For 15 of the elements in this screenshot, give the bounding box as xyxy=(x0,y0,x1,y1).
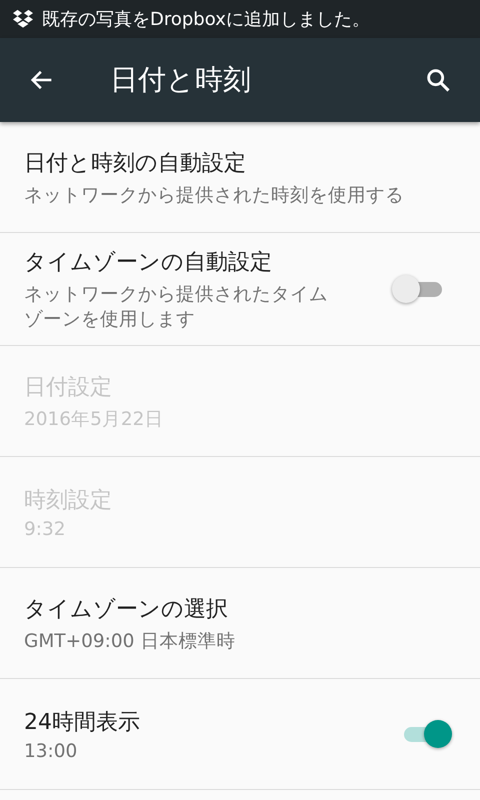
setting-row[interactable]: 日付と時刻の自動設定 ネットワークから提供された時刻を使用する xyxy=(0,122,480,233)
setting-summary: ネットワークから提供されたタイムゾーンを使用します xyxy=(24,283,329,331)
setting-summary: ネットワークから提供された時刻を使用する xyxy=(24,184,405,206)
setting-title: 24時間表示 xyxy=(24,708,141,736)
notification-text: 既存の写真をDropboxに追加しました。 xyxy=(42,8,370,31)
setting-row[interactable]: タイムゾーンの選択 GMT+09:00 日本標準時 xyxy=(0,568,480,679)
toolbar-title: 日付と時刻 xyxy=(110,62,252,98)
box-icon xyxy=(12,9,34,29)
setting-row[interactable]: タイムゾーンの自動設定 ネットワークから提供されたタイムゾーンを使用します xyxy=(0,233,480,346)
setting-title: 日付と時刻の自動設定 xyxy=(24,150,247,178)
setting-summary: 13:00 xyxy=(24,740,78,762)
setting-title: タイムゾーンの選択 xyxy=(24,596,229,624)
setting-summary: GMT+09:00 日本標準時 xyxy=(24,630,236,652)
setting-row[interactable]: 24時間表示 13:00 xyxy=(0,679,480,790)
setting-title: タイムゾーンの自動設定 xyxy=(24,249,273,277)
